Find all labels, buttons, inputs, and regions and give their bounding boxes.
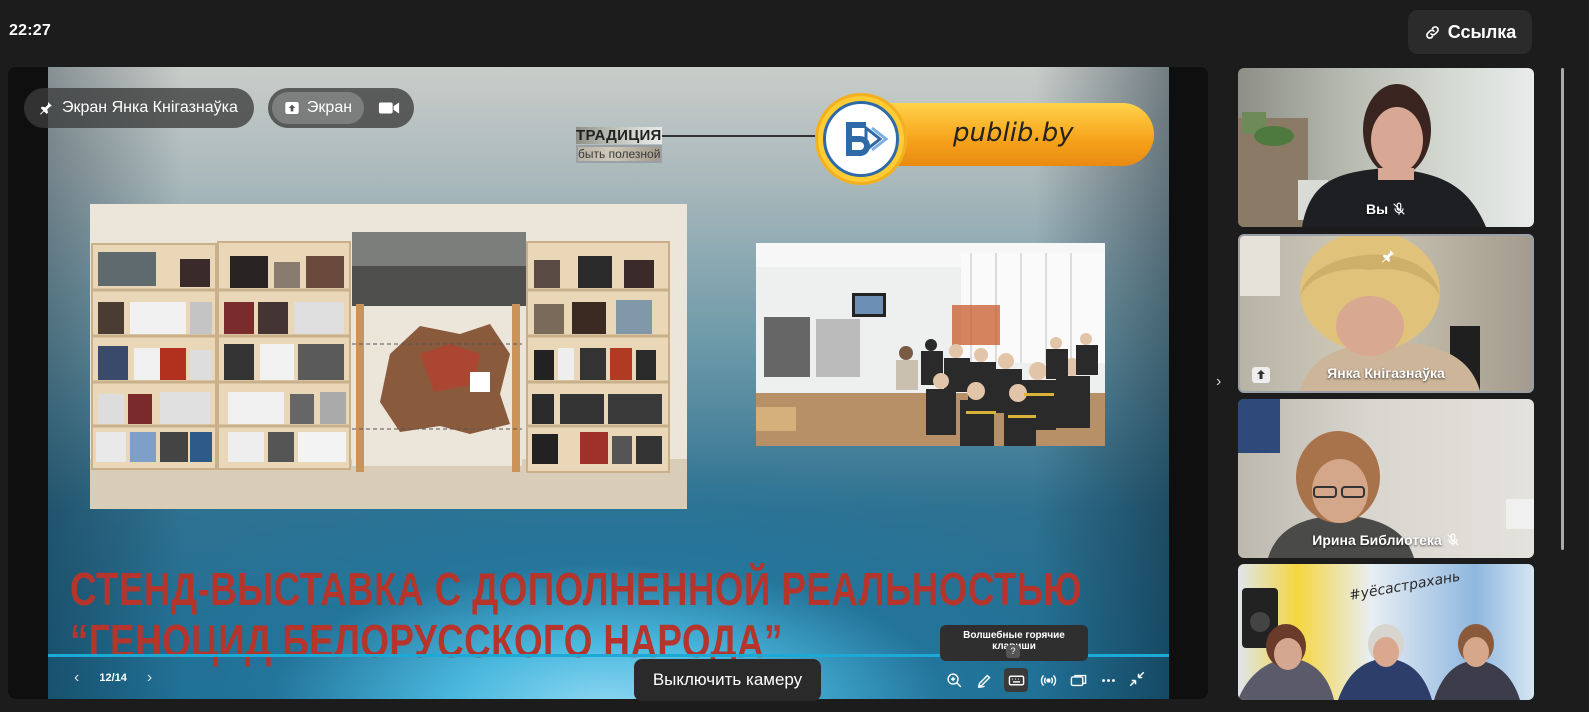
brand-text: publib.by <box>953 118 1074 148</box>
pinned-icon <box>1382 250 1394 263</box>
copy-link-button[interactable]: Ссылка <box>1408 10 1532 54</box>
page-counter: 12/14 <box>99 672 127 684</box>
zoom-button[interactable] <box>944 670 964 690</box>
svg-text:#уёсастрахань: #уёсастрахань <box>1348 569 1462 604</box>
pip-button[interactable] <box>1068 670 1088 690</box>
broadcast-icon <box>1040 674 1056 686</box>
audience-event-photo <box>756 243 1105 446</box>
participant-name: Ирина Библиотека <box>1238 532 1534 548</box>
collapse-sidebar-chevron-icon[interactable]: › <box>1216 373 1221 391</box>
broadcast-button[interactable] <box>1038 670 1058 690</box>
share-screen-icon <box>285 102 299 114</box>
camera-off-tooltip: Выключить камеру <box>634 659 821 701</box>
slide-headline: СТЕНД-ВЫСТАВКА С ДОПОЛНЕННОЙ РЕАЛЬНОСТЬЮ… <box>70 563 1082 667</box>
clock: 22:27 <box>9 22 51 39</box>
prev-page-button[interactable]: ‹ <box>74 669 79 687</box>
link-icon <box>1425 25 1439 39</box>
brand-logo <box>815 93 907 185</box>
pen-icon <box>977 674 990 688</box>
camera-view-icon[interactable] <box>378 98 400 118</box>
mic-off-icon <box>1447 533 1459 546</box>
picture-in-picture-icon <box>1070 674 1086 686</box>
headline-line-1: СТЕНД-ВЫСТАВКА С ДОПОЛНЕННОЙ РЕАЛЬНОСТЬЮ <box>70 563 1082 615</box>
tradition-divider <box>662 135 822 137</box>
tradition-title: ТРАДИЦИЯ <box>576 127 663 144</box>
zoom-in-icon <box>946 672 961 687</box>
view-mode-toggle: Экран <box>268 88 414 128</box>
exit-fullscreen-icon[interactable] <box>1128 670 1146 688</box>
link-button-label: Ссылка <box>1447 21 1517 42</box>
presentation-slide: ТРАДИЦИЯ быть полезной publib.by СТЕНД-В… <box>48 67 1169 699</box>
draw-button[interactable] <box>974 670 994 690</box>
keyboard-icon <box>1008 675 1024 685</box>
more-icon <box>1101 678 1115 682</box>
participants-scrollbar[interactable] <box>1561 68 1564 550</box>
screen-view-button[interactable]: Экран <box>272 92 364 124</box>
participant-tile-self[interactable]: Вы <box>1238 68 1534 227</box>
participant-tile-library-room[interactable]: #уёсастрахань <box>1238 564 1534 700</box>
shared-screen-stage: ТРАДИЦИЯ быть полезной publib.by СТЕНД-В… <box>8 67 1208 699</box>
exhibition-stand-photo <box>90 204 687 509</box>
tradition-subtitle: быть полезной <box>576 145 663 163</box>
tradition-caption: ТРАДИЦИЯ быть полезной <box>576 127 663 163</box>
screen-owner-label: Экран Янка Кнiгазнаўка <box>62 99 238 116</box>
more-options-button[interactable] <box>1098 670 1118 690</box>
participant-name: Вы <box>1238 201 1534 217</box>
hotkeys-button[interactable] <box>1004 668 1028 692</box>
participant-tile-irina[interactable]: Ирина Библиотека <box>1238 399 1534 558</box>
mic-off-icon <box>1393 202 1405 215</box>
screen-view-label: Экран <box>306 99 353 116</box>
screen-owner-pill[interactable]: Экран Янка Кнiгазнаўка <box>24 88 254 128</box>
next-page-button[interactable]: › <box>147 669 152 687</box>
stage-toolbar <box>944 668 1118 692</box>
pin-icon <box>40 102 52 115</box>
magic-hotkeys-tooltip: Волшебные горячие клавиши ? <box>940 625 1088 661</box>
page-navigator: ‹ 12/14 › <box>74 669 152 687</box>
hotkey-key: ? <box>1006 645 1020 658</box>
participant-tile-presenter[interactable]: Янка Кнiгазнаўка <box>1238 234 1534 393</box>
headline-line-2: “ГЕНОЦИД БЕЛОРУССКОГО НАРОДА” <box>70 615 783 667</box>
participant-name: Янка Кнiгазнаўка <box>1327 365 1445 381</box>
